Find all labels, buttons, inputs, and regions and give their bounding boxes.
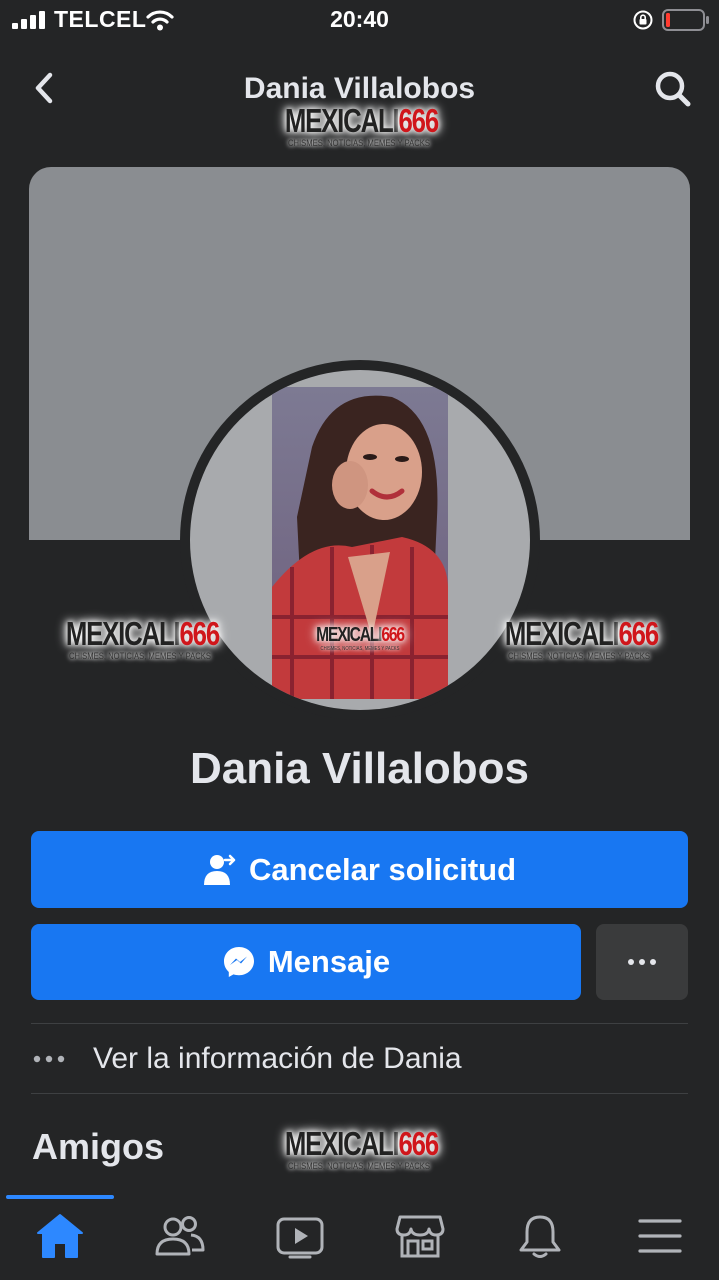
friends-section-title: Amigos (32, 1126, 165, 1167)
active-tab-indicator (6, 1195, 114, 1199)
search-button[interactable] (650, 66, 696, 112)
tab-friends[interactable] (130, 1204, 230, 1268)
message-button[interactable]: Mensaje (31, 924, 581, 1000)
page-title: Dania Villalobos (243, 72, 476, 105)
tab-home[interactable] (10, 1204, 110, 1268)
tab-notifications[interactable] (490, 1204, 590, 1268)
friends-icon (155, 1216, 205, 1256)
marketplace-icon (395, 1215, 445, 1258)
message-label: Mensaje (267, 944, 391, 979)
tab-menu[interactable] (610, 1204, 710, 1268)
home-icon (37, 1214, 83, 1258)
messenger-icon (222, 945, 256, 979)
profile-screen: TELCEL 20:40 Dania Villalobos MEXICALI66… (0, 0, 719, 1280)
rotation-lock-icon (633, 10, 653, 30)
search-icon (655, 71, 691, 107)
profile-name: Dania Villalobos (189, 744, 530, 793)
tab-marketplace[interactable] (370, 1204, 470, 1268)
profile-picture[interactable]: MEXICALI666 CHISMES, NOTICIAS, MEMES Y P… (190, 370, 530, 710)
bottom-tab-bar (0, 1192, 719, 1280)
person-arrow-icon (203, 853, 237, 887)
watermark-logo: MEXICALI666 CHISMES, NOTICIAS, MEMES Y P… (65, 615, 220, 661)
profile-photo (272, 387, 448, 699)
watch-icon (276, 1217, 324, 1259)
clock: 20:40 (330, 6, 389, 32)
tab-watch[interactable] (250, 1204, 350, 1268)
status-bar: TELCEL 20:40 (0, 0, 719, 40)
notifications-icon (519, 1215, 561, 1258)
view-info-label: Ver la información de Dania (93, 1042, 462, 1075)
view-info-link[interactable]: Ver la información de Dania (31, 1024, 688, 1094)
watermark-logo: MEXICALI666 CHISMES, NOTICIAS, MEMES Y P… (316, 624, 405, 652)
watermark-logo: MEXICALI666 CHISMES, NOTICIAS, MEMES Y P… (284, 102, 439, 148)
cancel-request-label: Cancelar solicitud (248, 851, 517, 887)
divider (31, 1093, 688, 1094)
ellipsis-icon (628, 959, 656, 965)
ellipsis-icon (31, 1054, 93, 1064)
watermark-logo: MEXICALI666 CHISMES, NOTICIAS, MEMES Y P… (284, 1125, 439, 1171)
battery-icon (662, 9, 709, 31)
menu-icon (638, 1219, 682, 1253)
watermark-logo: MEXICALI666 CHISMES, NOTICIAS, MEMES Y P… (504, 615, 659, 661)
more-options-button[interactable] (596, 924, 688, 1000)
cancel-request-button[interactable]: Cancelar solicitud (31, 831, 688, 908)
